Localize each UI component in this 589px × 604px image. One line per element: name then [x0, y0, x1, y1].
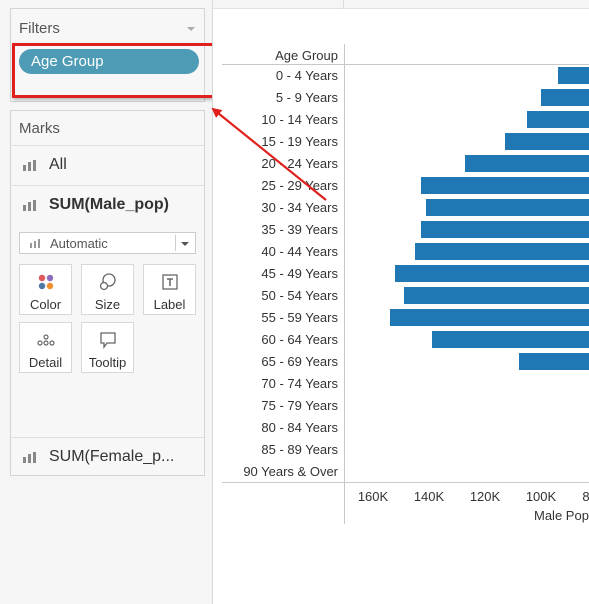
size-button[interactable]: Size — [81, 264, 134, 315]
tooltip-speech-bubble-icon — [99, 332, 116, 349]
tooltip-button-label: Tooltip — [88, 355, 127, 370]
male-pop-bar[interactable] — [426, 199, 589, 216]
age-group-row-label[interactable]: 45 - 49 Years — [213, 266, 338, 282]
text-label-icon — [161, 274, 178, 290]
label-button[interactable]: Label — [143, 264, 196, 315]
row-header-age-group: Age Group — [275, 48, 338, 63]
label-button-label: Label — [153, 297, 186, 312]
male-pop-bar[interactable] — [415, 243, 589, 260]
row-header-divider-line — [344, 44, 345, 524]
canvas-top-strip — [213, 0, 589, 9]
x-axis-tick-label: 100K — [525, 489, 557, 504]
male-pop-bar[interactable] — [465, 155, 589, 172]
male-pop-bar[interactable] — [541, 89, 589, 106]
axis-baseline — [222, 482, 589, 483]
marks-title: Marks — [19, 120, 60, 137]
male-pop-bar[interactable] — [420, 221, 589, 238]
strip-divider — [343, 0, 344, 9]
x-axis-title[interactable]: Male Popu — [534, 508, 589, 523]
detail-button-label: Detail — [28, 355, 63, 370]
bar-mark-icon — [23, 200, 36, 211]
bar-mark-icon — [23, 452, 36, 463]
detail-dots-icon — [36, 334, 55, 346]
age-group-row-label[interactable]: 35 - 39 Years — [213, 222, 338, 238]
age-group-row-label[interactable]: 40 - 44 Years — [213, 244, 338, 260]
x-axis-tick-label: 160K — [357, 489, 389, 504]
color-button[interactable]: Color — [19, 264, 72, 315]
marks-tab-female-pop[interactable]: SUM(Female_p... — [11, 437, 204, 476]
age-group-row-label[interactable]: 20 - 24 Years — [213, 156, 338, 172]
view-canvas: Age Group 0 - 4 Years 5 - 9 Years 10 - 14 … — [212, 0, 589, 604]
x-axis-tick-label: 140K — [413, 489, 445, 504]
age-group-row-label[interactable]: 65 - 69 Years — [213, 354, 338, 370]
mark-type-dropdown[interactable]: Automatic — [19, 232, 196, 254]
marks-tab-male-pop-label: SUM(Male_pop) — [49, 196, 169, 213]
filters-menu-caret-icon[interactable] — [187, 27, 195, 31]
detail-button[interactable]: Detail — [19, 322, 72, 373]
age-group-row-label[interactable]: 50 - 54 Years — [213, 288, 338, 304]
male-pop-bar[interactable] — [395, 265, 589, 282]
tooltip-button[interactable]: Tooltip — [81, 322, 134, 373]
male-pop-bar[interactable] — [518, 353, 589, 370]
chevron-down-icon — [181, 242, 189, 246]
age-group-row-label[interactable]: 10 - 14 Years — [213, 112, 338, 128]
marks-tab-all-label: All — [49, 156, 67, 173]
age-group-row-label[interactable]: 0 - 4 Years — [213, 68, 338, 84]
age-group-row-label[interactable]: 15 - 19 Years — [213, 134, 338, 150]
marks-tab-female-pop-label: SUM(Female_p... — [49, 448, 175, 465]
header-divider-line — [222, 64, 589, 65]
age-group-row-label[interactable]: 5 - 9 Years — [213, 90, 338, 106]
male-pop-bar[interactable] — [420, 177, 589, 194]
age-group-row-label[interactable]: 25 - 29 Years — [213, 178, 338, 194]
male-pop-bar[interactable] — [557, 67, 589, 84]
size-button-label: Size — [94, 297, 121, 312]
male-pop-bar[interactable] — [504, 133, 589, 150]
age-group-row-label[interactable]: 70 - 74 Years — [213, 376, 338, 392]
age-group-row-label[interactable]: 80 - 84 Years — [213, 420, 338, 436]
age-group-row-label[interactable]: 85 - 89 Years — [213, 442, 338, 458]
bar-mark-icon — [30, 239, 40, 248]
marks-tab-male-pop[interactable]: SUM(Male_pop) — [11, 185, 204, 224]
color-palette-icon — [38, 274, 53, 290]
age-group-row-label[interactable]: 90 Years & Over — [213, 464, 338, 480]
size-circles-icon — [99, 273, 116, 291]
mark-type-divider — [175, 235, 176, 251]
bar-mark-icon — [23, 160, 36, 171]
age-group-row-label[interactable]: 55 - 59 Years — [213, 310, 338, 326]
male-pop-bar[interactable] — [431, 331, 589, 348]
x-axis-tick-label: 8 — [582, 489, 589, 504]
male-pop-bar[interactable] — [527, 111, 589, 128]
color-button-label: Color — [29, 297, 62, 312]
mark-type-value: Automatic — [50, 236, 108, 251]
male-pop-bar[interactable] — [403, 287, 589, 304]
annotation-highlight-box — [12, 43, 219, 98]
x-axis-tick-label: 120K — [469, 489, 501, 504]
marks-card: Marks All SUM(Male_pop) Automatic Color — [10, 110, 205, 476]
age-group-row-label[interactable]: 30 - 34 Years — [213, 200, 338, 216]
marks-tab-all[interactable]: All — [11, 145, 204, 184]
male-pop-bar[interactable] — [389, 309, 589, 326]
age-group-row-label[interactable]: 60 - 64 Years — [213, 332, 338, 348]
age-group-row-label[interactable]: 75 - 79 Years — [213, 398, 338, 414]
filters-title: Filters — [19, 20, 60, 37]
